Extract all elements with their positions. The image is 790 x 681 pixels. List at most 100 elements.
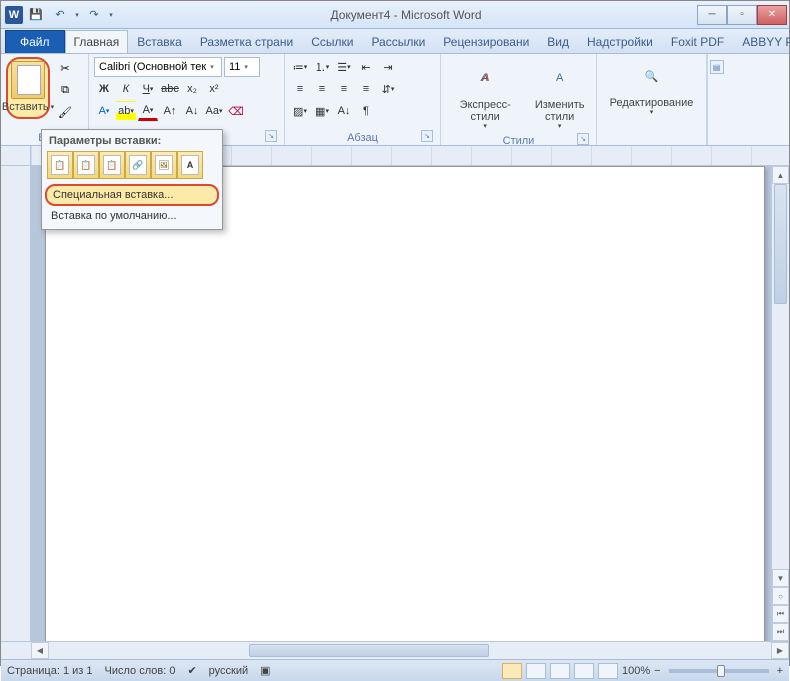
qat-redo-button[interactable]: ↷ [83, 4, 105, 26]
grow-font-button[interactable]: A↑ [160, 101, 180, 121]
superscript-button[interactable]: x² [204, 79, 224, 99]
scroll-down-button[interactable]: ▼ [772, 569, 789, 587]
browse-select-button[interactable]: ○ [772, 587, 789, 605]
horizontal-scrollbar[interactable]: ◀ ▶ [1, 641, 789, 659]
paste-options-popup: Параметры вставки: 📋 📋 📋 🔗 🖼 A Специальн… [41, 129, 223, 230]
paste-split-button[interactable]: Вставить ▾ [6, 57, 50, 119]
paragraph-launcher[interactable]: ↘ [421, 130, 433, 142]
view-draft-button[interactable] [598, 663, 618, 679]
status-language[interactable]: русский [209, 665, 248, 677]
tab-view[interactable]: Вид [538, 30, 578, 53]
group-styles: AA Экспресс-стили▾ A Изменить стили▾ Сти… [441, 54, 597, 145]
vertical-ruler[interactable] [1, 166, 31, 641]
bold-button[interactable]: Ж [94, 79, 114, 99]
paste-use-destination-button[interactable]: 📋 [99, 151, 125, 179]
tab-home[interactable]: Главная [65, 30, 129, 53]
qat-save-button[interactable]: 💾 [25, 4, 47, 26]
qat-customize-dropdown[interactable]: ▾ [107, 4, 115, 26]
vertical-scrollbar[interactable]: ▲ ▼ ○ ⏮ ⏭ [771, 166, 789, 641]
scroll-right-button[interactable]: ▶ [771, 642, 789, 659]
change-styles-icon: A [556, 72, 563, 84]
tab-page-layout[interactable]: Разметка страни [191, 30, 302, 53]
tab-foxit-pdf[interactable]: Foxit PDF [662, 30, 733, 53]
change-case-button[interactable]: Aa▾ [204, 101, 224, 121]
shrink-font-button[interactable]: A↓ [182, 101, 202, 121]
numbering-button[interactable]: ⒈▾ [312, 57, 332, 77]
paste-text-button[interactable]: A [177, 151, 203, 179]
align-right-button[interactable]: ≡ [334, 79, 354, 99]
decrease-indent-button[interactable]: ⇤ [356, 57, 376, 77]
italic-button[interactable]: К [116, 79, 136, 99]
tab-file[interactable]: Файл [5, 30, 65, 53]
highlight-button[interactable]: ab▾ [116, 101, 136, 121]
maximize-button[interactable]: ▫ [727, 5, 757, 25]
line-spacing-button[interactable]: ⇵▾ [378, 79, 398, 99]
scroll-thumb[interactable] [774, 184, 787, 304]
clear-formatting-button[interactable]: ⌫ [226, 101, 246, 121]
ruler-toggle[interactable]: ▤ [710, 60, 724, 74]
tab-review[interactable]: Рецензировани [434, 30, 538, 53]
font-color-button[interactable]: A▾ [138, 101, 158, 121]
document-viewport[interactable] [31, 166, 771, 641]
zoom-slider-thumb[interactable] [717, 665, 725, 677]
scroll-up-button[interactable]: ▲ [772, 166, 789, 184]
next-page-button[interactable]: ⏭ [772, 623, 789, 641]
paste-special-menuitem[interactable]: Специальная вставка... [45, 184, 219, 206]
view-print-layout-button[interactable] [502, 663, 522, 679]
shading-button[interactable]: ▨▾ [290, 101, 310, 121]
increase-indent-button[interactable]: ⇥ [378, 57, 398, 77]
scroll-left-button[interactable]: ◀ [31, 642, 49, 659]
chevron-down-icon: ▾ [244, 63, 248, 71]
tab-references[interactable]: Ссылки [302, 30, 362, 53]
hscroll-track[interactable] [49, 642, 771, 659]
close-button[interactable]: ✕ [757, 5, 787, 25]
paste-picture-button[interactable]: 🖼 [151, 151, 177, 179]
strikethrough-button[interactable]: abc [160, 79, 180, 99]
multilevel-list-button[interactable]: ☰▾ [334, 57, 354, 77]
underline-button[interactable]: Ч▾ [138, 79, 158, 99]
qat-undo-dropdown[interactable]: ▾ [73, 4, 81, 26]
qat-undo-button[interactable]: ↶ [49, 4, 71, 26]
styles-launcher[interactable]: ↘ [577, 133, 589, 145]
paste-set-default-menuitem[interactable]: Вставка по умолчанию... [45, 207, 219, 225]
font-size-combo[interactable]: 11 ▾ [224, 57, 260, 77]
hscroll-thumb[interactable] [249, 644, 489, 657]
prev-page-button[interactable]: ⏮ [772, 605, 789, 623]
document-page[interactable] [45, 166, 765, 641]
view-full-screen-button[interactable] [526, 663, 546, 679]
scroll-track[interactable] [772, 184, 789, 569]
paste-merge-formatting-button[interactable]: 📋 [73, 151, 99, 179]
text-effects-button[interactable]: A▾ [94, 101, 114, 121]
quick-styles-button[interactable]: AA Экспресс-стили▾ [446, 57, 524, 133]
subscript-button[interactable]: x₂ [182, 79, 202, 99]
status-word-count[interactable]: Число слов: 0 [105, 665, 176, 677]
paste-keep-text-only-button[interactable]: 🔗 [125, 151, 151, 179]
font-launcher[interactable]: ↘ [265, 130, 277, 142]
zoom-out-button[interactable]: − [654, 665, 660, 677]
tab-mailings[interactable]: Рассылки [362, 30, 434, 53]
zoom-in-button[interactable]: + [777, 665, 783, 677]
font-name-combo[interactable]: Calibri (Основной тек ▾ [94, 57, 222, 77]
align-center-button[interactable]: ≡ [312, 79, 332, 99]
view-web-layout-button[interactable] [550, 663, 570, 679]
copy-button[interactable]: ⧉ [56, 81, 74, 99]
show-hide-button[interactable]: ¶ [356, 101, 376, 121]
change-styles-button[interactable]: A Изменить стили▾ [528, 57, 591, 133]
status-page[interactable]: Страница: 1 из 1 [7, 665, 93, 677]
align-left-button[interactable]: ≡ [290, 79, 310, 99]
justify-button[interactable]: ≡ [356, 79, 376, 99]
borders-button[interactable]: ▦▾ [312, 101, 332, 121]
tab-insert[interactable]: Вставка [128, 30, 191, 53]
paste-keep-source-button[interactable]: 📋 [47, 151, 73, 179]
tab-addins[interactable]: Надстройки [578, 30, 662, 53]
bullets-button[interactable]: ≔▾ [290, 57, 310, 77]
editing-button[interactable]: 🔍 Редактирование▾ [602, 57, 701, 117]
view-outline-button[interactable] [574, 663, 594, 679]
cut-button[interactable]: ✂ [56, 59, 74, 77]
zoom-percent[interactable]: 100% [622, 665, 650, 677]
minimize-button[interactable]: ─ [697, 5, 727, 25]
sort-button[interactable]: A↓ [334, 101, 354, 121]
zoom-slider[interactable] [669, 669, 769, 673]
format-painter-button[interactable]: 🖌 [56, 103, 74, 121]
tab-abbyy-pdf[interactable]: ABBYY PDF Trans [733, 30, 790, 53]
